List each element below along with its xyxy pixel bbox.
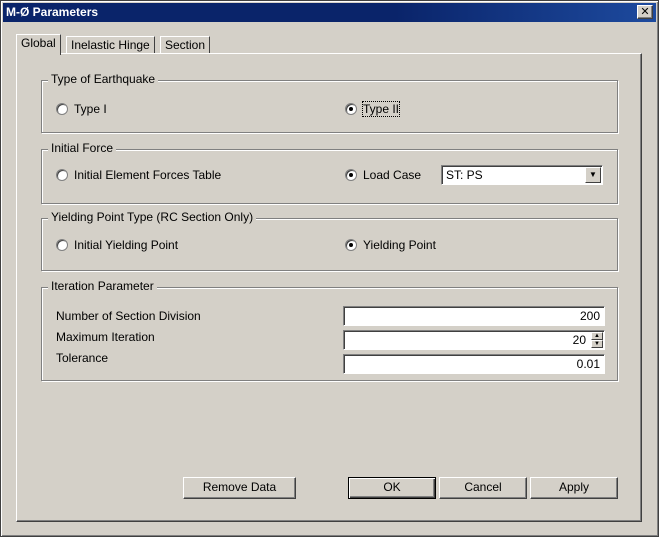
spin-down-icon[interactable]: ▼	[591, 340, 603, 348]
initial-element-forces-radio-dot	[56, 169, 68, 181]
iteration-legend: Iteration Parameter	[48, 279, 157, 293]
type-2-radio-dot	[345, 103, 357, 115]
tolerance-label: Tolerance	[56, 351, 109, 365]
initial-yielding-label: Initial Yielding Point	[74, 238, 179, 252]
type-1-radio-dot	[56, 103, 68, 115]
initial-force-legend: Initial Force	[48, 141, 117, 155]
type-1-label: Type I	[74, 102, 107, 116]
type-2-radio[interactable]: Type II	[345, 101, 401, 117]
yielding-group: Yielding Point Type (RC Section Only) In…	[41, 210, 618, 271]
initial-element-forces-radio[interactable]: Initial Element Forces Table	[56, 168, 221, 182]
tab-inelastic-hinge[interactable]: Inelastic Hinge	[66, 36, 155, 54]
earthquake-legend: Type of Earthquake	[48, 72, 159, 86]
type-2-label: Type II	[361, 101, 401, 117]
tab-section-label: Section	[165, 38, 206, 52]
apply-button[interactable]: Apply	[530, 477, 618, 499]
load-case-radio[interactable]: Load Case	[345, 168, 421, 182]
yielding-legend: Yielding Point Type (RC Section Only)	[48, 210, 257, 224]
yielding-point-radio[interactable]: Yielding Point	[345, 238, 436, 252]
section-division-label: Number of Section Division	[56, 309, 201, 323]
initial-yielding-radio-dot	[56, 239, 68, 251]
max-iteration-value: 20	[572, 333, 586, 347]
load-case-select[interactable]: ST: PS ▼	[441, 165, 603, 185]
spin-up-icon[interactable]: ▲	[591, 332, 603, 340]
max-iteration-label: Maximum Iteration	[56, 330, 155, 344]
initial-yielding-radio[interactable]: Initial Yielding Point	[56, 238, 178, 252]
window-title: M-Ø Parameters	[6, 5, 99, 19]
type-1-radio[interactable]: Type I	[56, 102, 107, 116]
initial-element-forces-label: Initial Element Forces Table	[74, 168, 222, 182]
load-case-label: Load Case	[363, 168, 422, 182]
dialog-window: M-Ø Parameters ✕ Global Inelastic Hinge …	[0, 0, 659, 537]
initial-force-group: Initial Force Initial Element Forces Tab…	[41, 141, 618, 204]
max-iteration-stepper[interactable]: 20 ▲ ▼	[343, 330, 605, 350]
cancel-button[interactable]: Cancel	[439, 477, 527, 499]
load-case-radio-dot	[345, 169, 357, 181]
yielding-point-label: Yielding Point	[363, 238, 436, 252]
spin-control: ▲ ▼	[591, 332, 603, 348]
chevron-down-icon[interactable]: ▼	[585, 167, 601, 183]
earthquake-group: Type of Earthquake Type I Type II	[41, 72, 618, 133]
close-icon[interactable]: ✕	[637, 5, 653, 19]
load-case-value: ST: PS	[446, 168, 483, 182]
section-division-input[interactable]: 200	[343, 306, 605, 326]
tab-global[interactable]: Global	[16, 34, 61, 55]
tab-global-label: Global	[21, 36, 56, 50]
tab-panel-global: Type of Earthquake Type I Type II Initia…	[16, 53, 642, 522]
tab-inelastic-hinge-label: Inelastic Hinge	[71, 38, 150, 52]
yielding-point-radio-dot	[345, 239, 357, 251]
iteration-group: Iteration Parameter Number of Section Di…	[41, 279, 618, 381]
title-bar[interactable]: M-Ø Parameters ✕	[3, 3, 656, 22]
remove-data-button[interactable]: Remove Data	[183, 477, 296, 499]
ok-button[interactable]: OK	[348, 477, 436, 499]
tolerance-input[interactable]: 0.01	[343, 354, 605, 374]
tab-section[interactable]: Section	[160, 36, 211, 54]
